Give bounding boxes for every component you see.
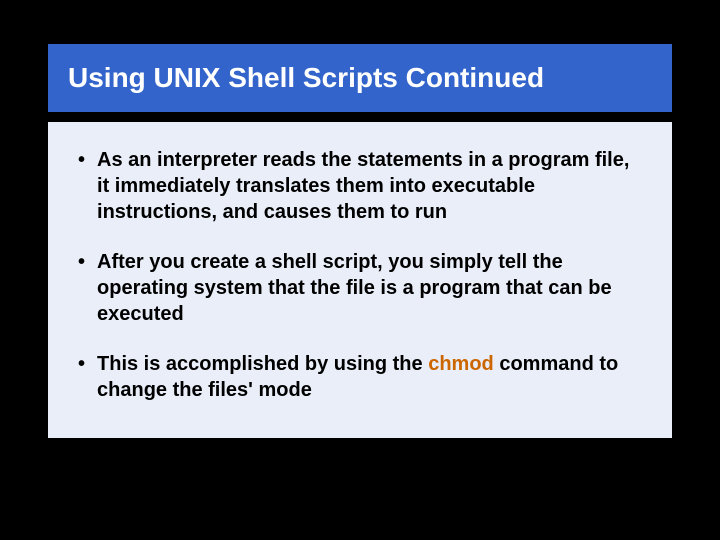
bullet-item: • As an interpreter reads the statements…: [78, 147, 642, 225]
slide-title: Using UNIX Shell Scripts Continued: [68, 62, 544, 93]
bullet-text: After you create a shell script, you sim…: [97, 249, 642, 327]
bullet-text: This is accomplished by using the chmod …: [97, 351, 642, 403]
slide: Using UNIX Shell Scripts Continued • As …: [0, 44, 720, 540]
bullet-icon: •: [78, 249, 85, 275]
title-bar: Using UNIX Shell Scripts Continued: [48, 44, 672, 112]
bullet-text-before: This is accomplished by using the: [97, 353, 428, 375]
bullet-text: As an interpreter reads the statements i…: [97, 147, 642, 225]
body-panel: • As an interpreter reads the statements…: [48, 122, 672, 438]
bullet-icon: •: [78, 351, 85, 377]
bullet-item: • After you create a shell script, you s…: [78, 249, 642, 327]
bullet-icon: •: [78, 147, 85, 173]
bullet-item: • This is accomplished by using the chmo…: [78, 351, 642, 403]
chmod-keyword: chmod: [428, 353, 494, 375]
